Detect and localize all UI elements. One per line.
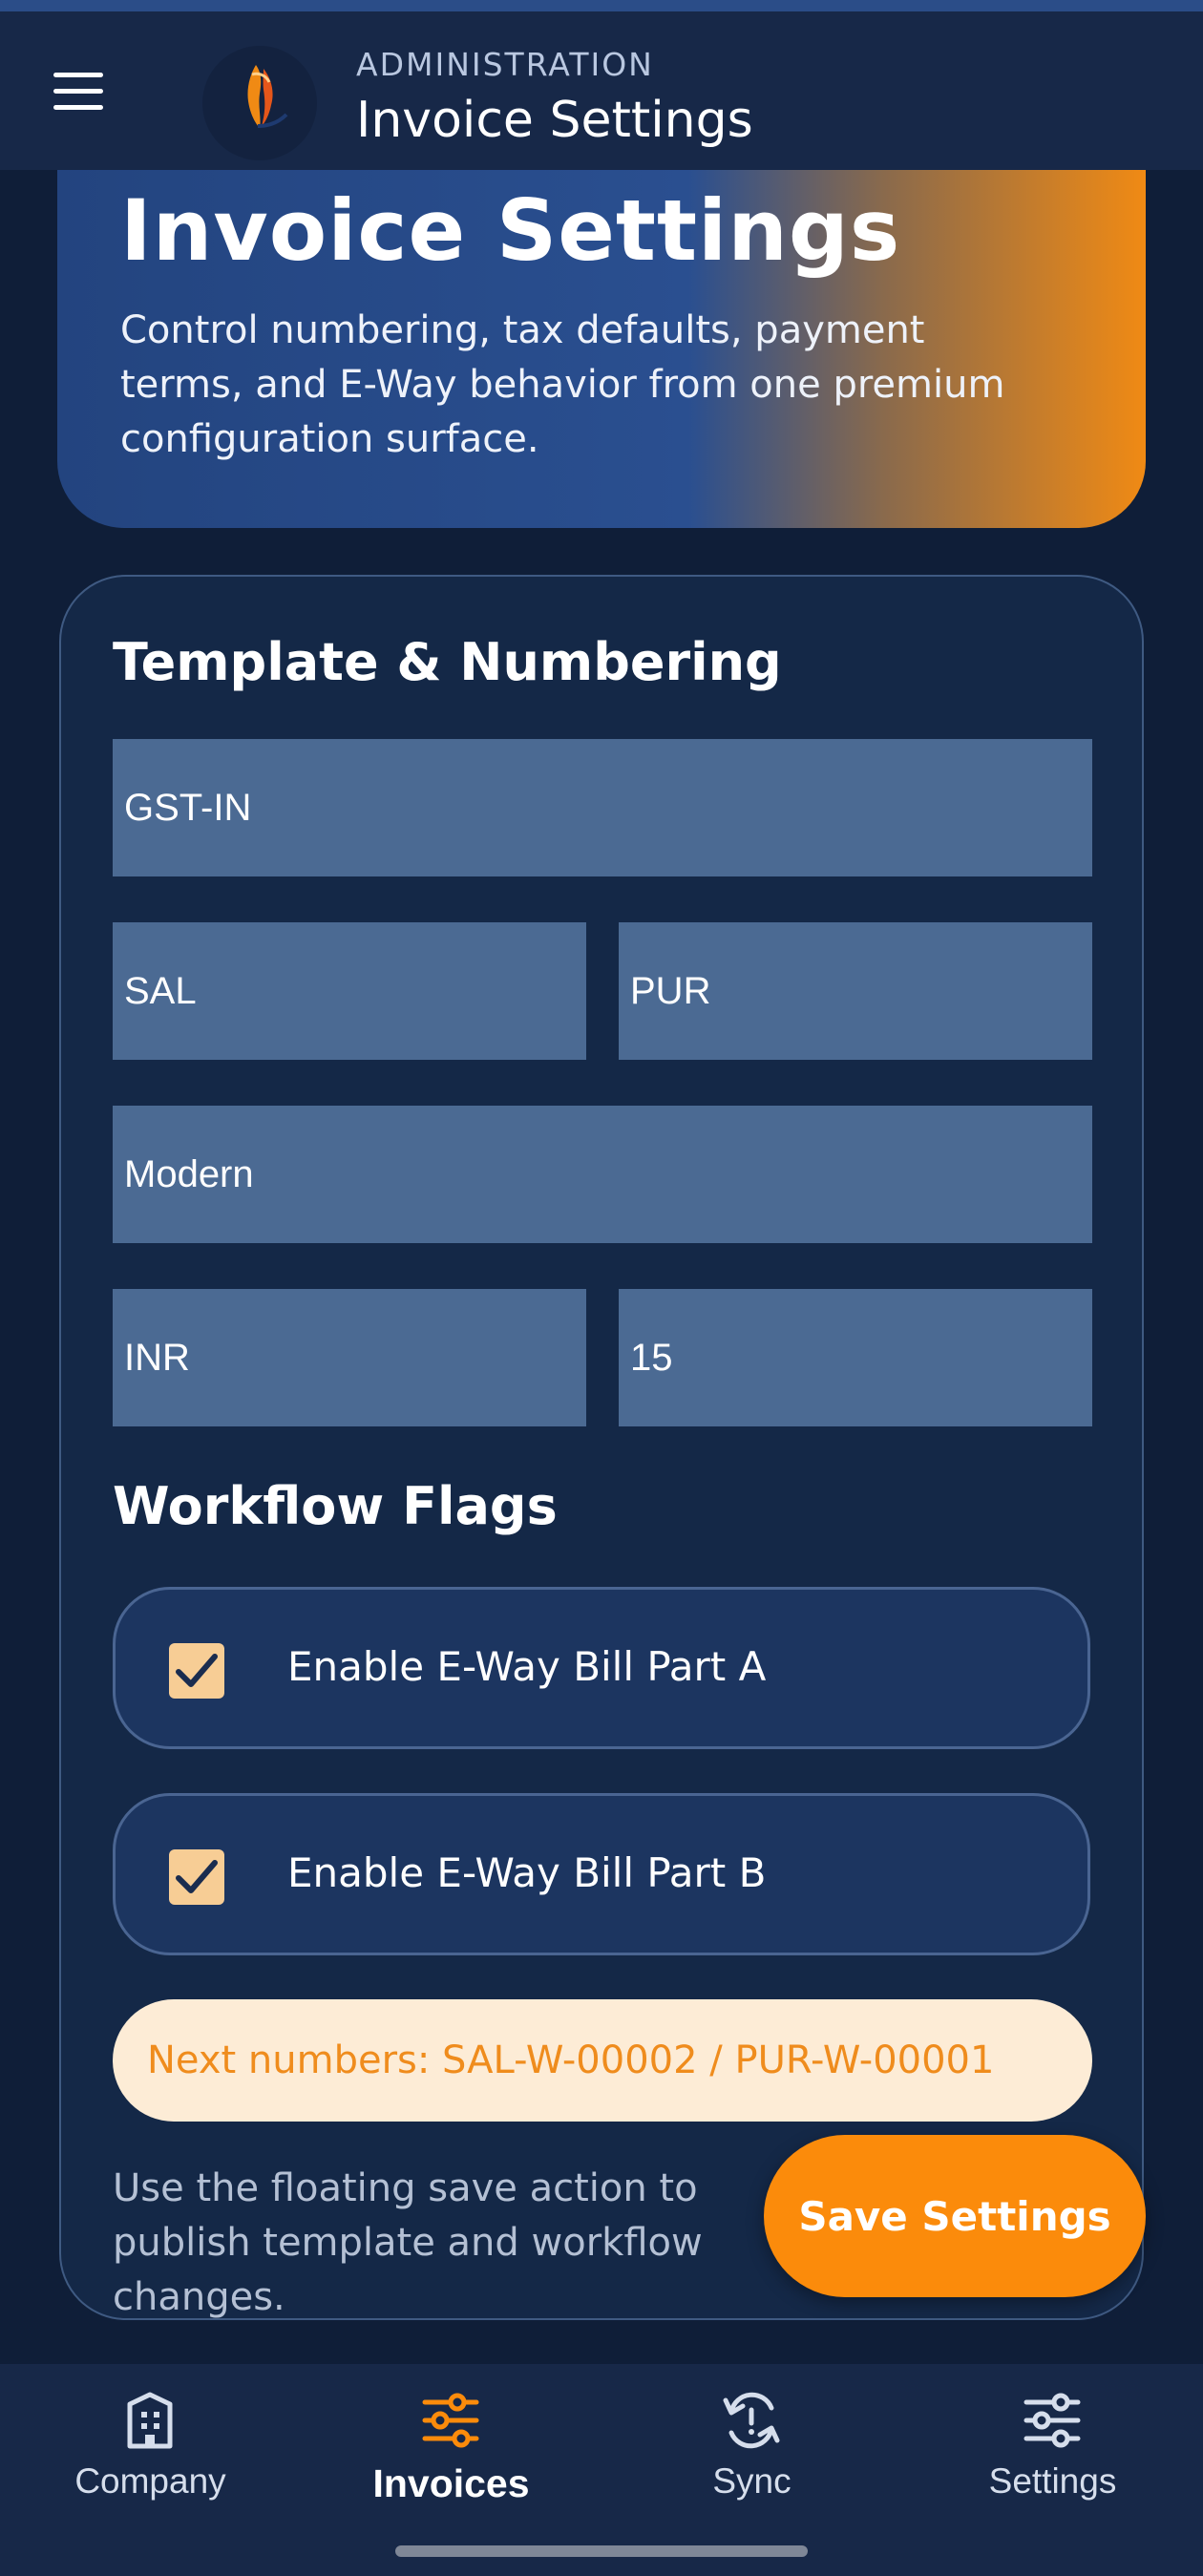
nav-label: Company xyxy=(74,2461,226,2501)
nav-item-settings[interactable]: Settings xyxy=(902,2387,1203,2530)
purchase-prefix-field[interactable]: PUR xyxy=(619,922,1092,1060)
nav-item-invoices[interactable]: Invoices xyxy=(301,2387,602,2530)
bottom-nav: Company Invoices Sync Settings xyxy=(0,2364,1203,2576)
app-bar: ADMINISTRATION Invoice Settings xyxy=(0,11,1203,170)
home-indicator xyxy=(395,2545,808,2557)
save-settings-button[interactable]: Save Settings xyxy=(764,2135,1146,2297)
shell-logo-icon xyxy=(202,46,317,160)
template-code-field[interactable]: GST-IN xyxy=(113,739,1092,876)
flag-label: Enable E-Way Bill Part B xyxy=(287,1849,767,1896)
currency-field[interactable]: INR xyxy=(113,1289,586,1426)
hero-description: Control numbering, tax defaults, payment… xyxy=(120,308,1005,461)
status-strip xyxy=(0,0,1203,11)
sliders-icon xyxy=(422,2393,479,2448)
payment-days-field[interactable]: 15 xyxy=(619,1289,1092,1426)
menu-icon[interactable] xyxy=(50,71,107,113)
nav-item-company[interactable]: Company xyxy=(0,2387,301,2530)
settings-card: Template & Numbering GST-IN SAL PUR Mode… xyxy=(59,575,1144,2320)
checkbox-checked-icon[interactable] xyxy=(169,1643,224,1699)
flag-eway-part-b[interactable]: Enable E-Way Bill Part B xyxy=(113,1793,1090,1955)
nav-label: Invoices xyxy=(372,2461,530,2505)
hero-title: Invoice Settings xyxy=(120,181,901,280)
flag-label: Enable E-Way Bill Part A xyxy=(287,1643,767,1690)
appbar-title: Invoice Settings xyxy=(356,92,753,149)
next-numbers-banner: Next numbers: SAL-W-00002 / PUR-W-00001 xyxy=(113,1999,1092,2122)
save-hint-text: Use the floating save action to publish … xyxy=(113,2166,703,2319)
nav-label: Settings xyxy=(988,2461,1117,2501)
building-icon xyxy=(127,2392,173,2449)
section-title-workflow: Workflow Flags xyxy=(113,1476,558,1536)
sales-prefix-field[interactable]: SAL xyxy=(113,922,586,1060)
hero-banner: Invoice Settings Control numbering, tax … xyxy=(57,153,1146,528)
appbar-overline: ADMINISTRATION xyxy=(356,46,654,83)
layout-style-field[interactable]: Modern xyxy=(113,1106,1092,1243)
flag-eway-part-a[interactable]: Enable E-Way Bill Part A xyxy=(113,1587,1090,1749)
checkbox-checked-icon[interactable] xyxy=(169,1849,224,1905)
nav-label: Sync xyxy=(712,2461,791,2501)
settings-sliders-icon xyxy=(1024,2393,1081,2448)
nav-item-sync[interactable]: Sync xyxy=(602,2387,902,2530)
sync-icon xyxy=(723,2392,780,2449)
section-title-template: Template & Numbering xyxy=(113,632,782,692)
